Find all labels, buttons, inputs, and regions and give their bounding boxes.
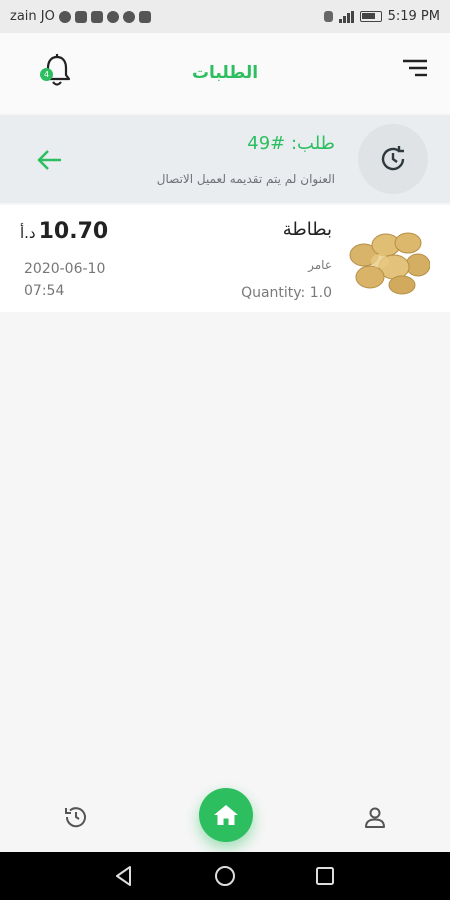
facebook-icon [138, 10, 151, 23]
bottom-navigation [0, 782, 450, 852]
system-navigation-bar [0, 852, 450, 900]
price-value: 10.70 [38, 219, 109, 244]
product-quantity: Quantity: 1.0 [241, 285, 332, 301]
nav-profile-icon[interactable] [362, 804, 388, 830]
clock: 5:19 PM [387, 9, 440, 24]
menu-icon[interactable] [400, 57, 430, 79]
app-bar: 4 الطلبات [0, 33, 450, 113]
order-address-note: العنوان لم يتم تقديمه لعميل الاتصال [156, 172, 335, 186]
system-home-icon[interactable] [213, 864, 237, 888]
order-header: طلب: #49 العنوان لم يتم تقديمه لعميل الا… [0, 115, 450, 203]
status-bar-left: zain JO [10, 9, 151, 24]
carrier-label: zain JO [10, 9, 55, 24]
messenger-icon [122, 10, 135, 23]
status-bar: zain JO 5:19 PM [0, 0, 450, 33]
system-back-icon[interactable] [112, 864, 136, 888]
page-title: الطلبات [191, 63, 259, 83]
order-number: طلب: #49 [247, 133, 335, 154]
signal-icon [338, 10, 354, 23]
order-time: 07:54 [24, 283, 65, 299]
home-icon [214, 805, 238, 825]
order-item-row[interactable]: د.أ 10.70 2020-06-10 07:54 بطاطة عامر Qu… [0, 205, 450, 312]
item-price: د.أ 10.70 [20, 219, 108, 244]
product-name: بطاطة [282, 219, 332, 240]
image-icon [74, 10, 87, 23]
nav-home-button[interactable] [199, 788, 253, 842]
laptop-icon [90, 10, 103, 23]
sim-icon [323, 11, 333, 22]
nav-history-icon[interactable] [63, 804, 89, 830]
viber-icon [106, 10, 119, 23]
battery-icon [359, 11, 382, 22]
whatsapp-icon [58, 10, 71, 23]
status-bar-right: 5:19 PM [323, 9, 440, 24]
order-date: 2020-06-10 [24, 261, 106, 277]
back-arrow-icon[interactable] [35, 145, 65, 175]
seller-name: عامر [308, 258, 332, 272]
history-icon [381, 146, 405, 171]
currency-label: د.أ [20, 224, 36, 242]
potato-image [346, 221, 430, 297]
system-recents-icon[interactable] [314, 865, 336, 887]
notification-badge: 4 [40, 68, 53, 81]
order-history-button[interactable] [358, 124, 428, 194]
